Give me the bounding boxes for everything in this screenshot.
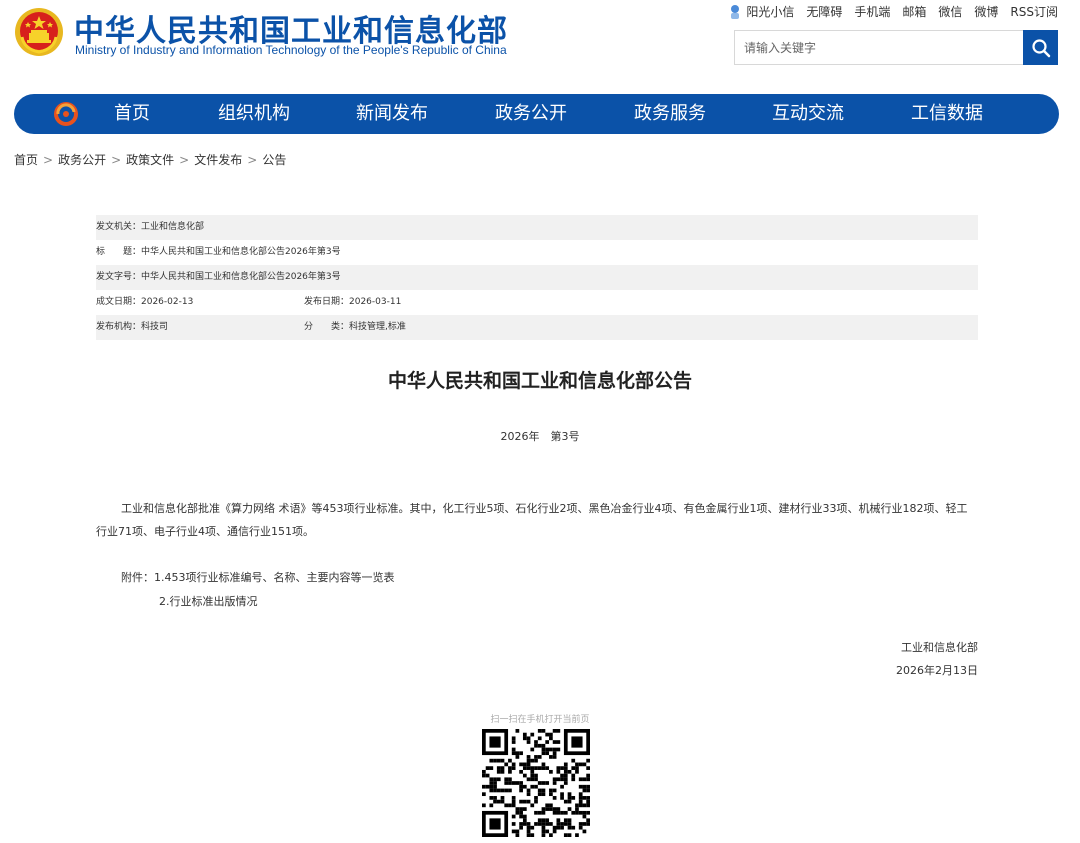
article-title: 中华人民共和国工业和信息化部公告	[387, 370, 692, 392]
search-button[interactable]	[1023, 30, 1058, 65]
breadcrumb-notice[interactable]: 公告	[262, 153, 286, 167]
nav-item-data[interactable]: 工信数据	[911, 94, 983, 134]
qr-code-icon	[482, 729, 590, 837]
sunshine-mascot-icon[interactable]	[728, 4, 742, 20]
top-links: 阳光小信 无障碍 手机端 邮箱 微信 微博 RSS订阅	[728, 3, 1058, 20]
breadcrumb-gov-open[interactable]: 政务公开	[58, 153, 106, 167]
signature-org: 工业和信息化部	[901, 641, 978, 654]
main-nav: 首页 组织机构 新闻发布 政务公开 政务服务 互动交流 工信数据	[14, 94, 1059, 134]
breadcrumb-policy[interactable]: 政策文件	[126, 153, 174, 167]
meta-issuer: 发文机关：工业和信息化部	[96, 222, 205, 232]
search-icon	[1031, 38, 1050, 57]
national-emblem-icon[interactable]	[14, 7, 64, 57]
site-header: 中华人民共和国工业和信息化部 Ministry of Industry and …	[0, 0, 1080, 90]
link-weibo[interactable]: 微博	[974, 3, 998, 20]
breadcrumb-release[interactable]: 文件发布	[194, 153, 242, 167]
meta-title: 标 题：中华人民共和国工业和信息化部公告2026年第3号	[96, 247, 341, 257]
breadcrumb-separator: >	[179, 153, 190, 167]
signature-date: 2026年2月13日	[896, 664, 978, 677]
meta-category: 分 类：科技管理,标准	[304, 322, 406, 332]
nav-item-gov-open[interactable]: 政务公开	[495, 94, 567, 134]
site-subtitle: Ministry of Industry and Information Tec…	[75, 43, 507, 57]
link-rss[interactable]: RSS订阅	[1010, 3, 1058, 20]
miit-logo-icon[interactable]	[52, 100, 80, 128]
meta-row-title: 标 题：中华人民共和国工业和信息化部公告2026年第3号	[96, 240, 978, 265]
meta-row-org: 发布机构：科技司 分 类：科技管理,标准	[96, 315, 978, 340]
article-number: 2026年 第3号	[500, 430, 580, 443]
attachment-link-2[interactable]: 2.行业标准出版情况	[159, 593, 258, 609]
document-metadata: 发文机关：工业和信息化部 标 题：中华人民共和国工业和信息化部公告2026年第3…	[96, 215, 978, 340]
search-box	[734, 30, 1058, 65]
breadcrumb: 首页 > 政务公开 > 政策文件 > 文件发布 > 公告	[14, 151, 286, 168]
article-body: 工业和信息化部批准《算力网络 术语》等453项行业标准。其中，化工行业5项、石化…	[96, 502, 968, 538]
meta-org: 发布机构：科技司	[96, 322, 169, 332]
meta-row-doc-no: 发文字号：中华人民共和国工业和信息化部公告2026年第3号	[96, 265, 978, 290]
nav-item-news[interactable]: 新闻发布	[356, 94, 428, 134]
breadcrumb-home[interactable]: 首页	[14, 153, 38, 167]
meta-doc-no: 发文字号：中华人民共和国工业和信息化部公告2026年第3号	[96, 272, 341, 282]
link-wechat[interactable]: 微信	[938, 3, 962, 20]
nav-item-organization[interactable]: 组织机构	[218, 94, 290, 134]
meta-created-date: 成文日期：2026-02-13	[96, 297, 194, 307]
link-accessibility[interactable]: 无障碍	[806, 3, 842, 20]
breadcrumb-separator: >	[247, 153, 258, 167]
attachment-link-1[interactable]: 附件：1.453项行业标准编号、名称、主要内容等一览表	[121, 569, 395, 585]
breadcrumb-separator: >	[43, 153, 54, 167]
meta-published-date: 发布日期：2026-03-11	[304, 297, 402, 307]
qr-label: 扫一扫在手机打开当前页	[490, 715, 590, 725]
search-input[interactable]	[735, 31, 1024, 64]
nav-item-home[interactable]: 首页	[114, 94, 150, 134]
nav-item-interaction[interactable]: 互动交流	[772, 94, 844, 134]
meta-row-dates: 成文日期：2026-02-13 发布日期：2026-03-11	[96, 290, 978, 315]
link-sunshine[interactable]: 阳光小信	[746, 3, 794, 20]
link-mail[interactable]: 邮箱	[902, 3, 926, 20]
nav-item-gov-service[interactable]: 政务服务	[634, 94, 706, 134]
link-mobile[interactable]: 手机端	[854, 3, 890, 20]
breadcrumb-separator: >	[111, 153, 122, 167]
meta-row-issuer: 发文机关：工业和信息化部	[96, 215, 978, 240]
